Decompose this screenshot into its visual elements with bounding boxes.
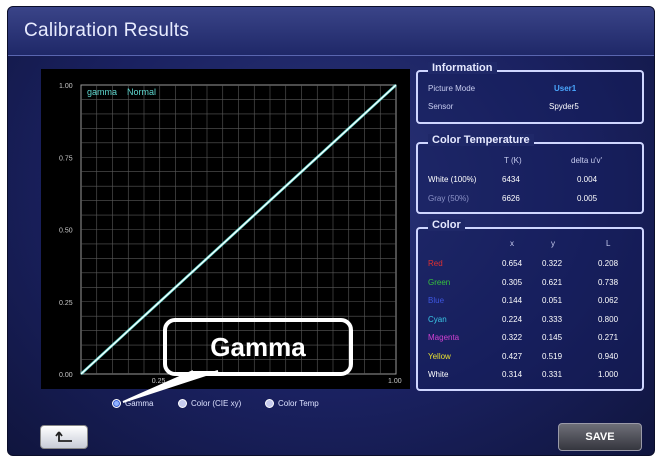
color-row-y: 0.322 <box>542 259 563 268</box>
x-tick-label: 0.25 <box>152 378 166 385</box>
color-row-y: 0.331 <box>542 370 563 379</box>
radio-color-cie-label: Color (CIE xy) <box>191 399 242 408</box>
color-title: Color <box>428 219 465 231</box>
ct-row-label: White (100%) <box>428 175 477 184</box>
color-row-y: 0.333 <box>542 314 563 324</box>
color-row-y: 0.519 <box>542 351 563 361</box>
radio-gamma-label: Gamma <box>125 399 154 408</box>
ct-row-t: 6626 <box>502 194 520 203</box>
color-header-x: x <box>510 239 514 248</box>
color-row-l: 0.800 <box>598 314 619 324</box>
radio-selected-icon <box>112 399 121 408</box>
x-tick-label: 1.00 <box>388 378 402 385</box>
color-row-x: 0.144 <box>502 296 523 305</box>
save-button[interactable]: SAVE <box>558 423 642 451</box>
color-row-x: 0.654 <box>502 259 523 268</box>
color-row-x: 0.224 <box>502 314 523 324</box>
color-temperature-panel: Color Temperature T (K) delta u'v' White… <box>416 134 644 214</box>
radio-color-temp-label: Color Temp <box>278 399 319 408</box>
color-row-label: Cyan <box>428 314 447 324</box>
color-row-l: 1.000 <box>598 370 619 379</box>
color-row-x: 0.322 <box>502 333 523 342</box>
info-label: Picture Mode <box>428 84 476 93</box>
color-row-l: 0.271 <box>598 333 619 342</box>
radio-icon <box>178 399 187 408</box>
information-panel: Information Picture Mode User1 Sensor Sp… <box>416 62 644 124</box>
color-row-l: 0.062 <box>598 296 619 305</box>
info-value: Spyder5 <box>549 102 579 111</box>
y-tick-label: 0.25 <box>59 300 73 307</box>
ct-row-t: 6434 <box>502 175 520 184</box>
color-row-l: 0.738 <box>598 277 619 287</box>
ct-header-delta: delta u'v' <box>571 156 603 165</box>
color-header-y: y <box>551 239 555 248</box>
title-bar: Calibration Results <box>8 7 654 56</box>
calibration-screen: Calibration Results 1.00 0.75 0.50 0.25 0.00… <box>7 6 655 456</box>
color-row-label: White <box>428 370 449 379</box>
radio-icon <box>265 399 274 408</box>
y-tick-label: 1.00 <box>59 83 73 90</box>
ct-row-label: Gray (50%) <box>428 194 469 203</box>
color-row-label: Yellow <box>428 351 451 361</box>
legend-series: Normal <box>127 87 156 97</box>
ct-row-delta: 0.005 <box>577 194 598 203</box>
y-tick-label: 0.00 <box>59 372 73 379</box>
color-row-y: 0.145 <box>542 333 563 342</box>
gamma-callout-label: Gamma <box>210 331 306 362</box>
info-value: User1 <box>554 84 577 93</box>
radio-color-cie[interactable]: Color (CIE xy) <box>178 399 241 408</box>
color-row-y: 0.621 <box>542 277 563 287</box>
color-row-label: Magenta <box>428 333 460 342</box>
information-title: Information <box>428 62 497 74</box>
return-arrow-icon <box>55 431 72 442</box>
info-label: Sensor <box>428 102 454 111</box>
color-header-l: L <box>606 239 611 248</box>
ct-header-t: T (K) <box>504 156 522 165</box>
color-row-l: 0.940 <box>598 351 619 361</box>
color-temperature-title: Color Temperature <box>428 134 534 146</box>
y-tick-label: 0.50 <box>59 228 73 235</box>
page-title: Calibration Results <box>24 20 190 41</box>
y-tick-label: 0.75 <box>59 155 73 162</box>
color-row-l: 0.208 <box>598 259 619 268</box>
color-row-x: 0.305 <box>502 277 523 287</box>
color-row-x: 0.314 <box>502 370 523 379</box>
ct-row-delta: 0.004 <box>577 175 598 184</box>
legend-label: gamma <box>87 87 117 97</box>
radio-color-temp[interactable]: Color Temp <box>265 399 319 408</box>
color-panel: Color x y L Red 0.654 0.322 0.208 Green 0.305… <box>416 219 644 391</box>
back-button[interactable] <box>40 425 88 449</box>
color-row-x: 0.427 <box>502 351 523 361</box>
gamma-callout: Gamma <box>163 318 353 376</box>
color-row-label: Red <box>428 259 443 268</box>
radio-gamma[interactable]: Gamma <box>112 399 153 408</box>
color-row-label: Blue <box>428 296 445 305</box>
color-row-y: 0.051 <box>542 296 563 305</box>
color-row-label: Green <box>428 277 451 287</box>
